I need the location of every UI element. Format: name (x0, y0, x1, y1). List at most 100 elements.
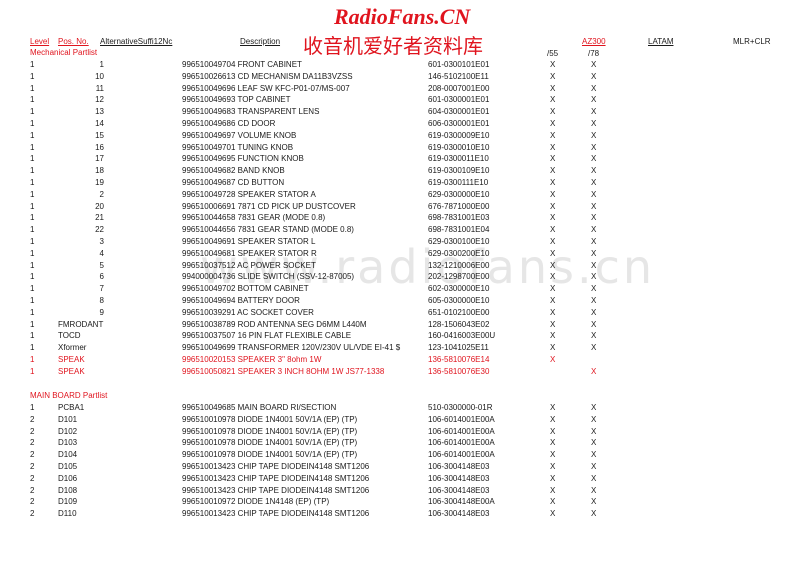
code-cell: 619-0300010E10 (428, 142, 490, 152)
description-cell: 996510044656 7831 GEAR STAND (MODE 0.8) (182, 225, 354, 235)
section-title-mechanical: Mechanical Partlist (30, 48, 98, 57)
az300-mark-cell: X (550, 307, 556, 317)
level-cell: 1 (30, 142, 35, 152)
code-cell: 106-6014001E00A (428, 438, 495, 448)
code-cell: 106-3004148E03 (428, 473, 490, 483)
header-sub-78: /78 (588, 49, 600, 58)
table-row: 2 D109 996510010972 DIODE 1N4148 (EP) (TP)… (0, 497, 800, 509)
pos-cell: 15 (95, 130, 104, 140)
level-cell: 2 (30, 426, 35, 436)
latam-mark-cell: X (591, 284, 597, 294)
header-pos-no: Pos. No. (58, 37, 89, 46)
code-cell: 601-0300001E01 (428, 95, 490, 105)
table-row: 1 1 996510049704 FRONT CABINET 601-0300101E… (0, 60, 800, 72)
latam-mark-cell: X (591, 462, 597, 471)
description-cell: 996510039291 AC SOCKET COVER (182, 307, 314, 317)
description-cell: 996510006691 7871 CD PICK UP DUSTCOVER (182, 201, 356, 211)
level-cell: 1 (30, 189, 35, 199)
az300-mark-cell: X (550, 284, 556, 294)
code-cell: 651-0102100E00 (428, 307, 490, 317)
table-row: 1 9 996510039291 AC SOCKET COVER 651-010210… (0, 308, 800, 320)
level-cell: 1 (30, 296, 35, 305)
az300-mark-cell: X (550, 119, 556, 128)
code-cell: 106-3004148E03 (428, 462, 490, 471)
level-cell: 1 (30, 260, 35, 270)
description-cell: 996510013423 CHIP TAPE DIODEIN4148 SMT12… (182, 462, 370, 471)
code-cell: 106-3004148E00A (428, 497, 495, 507)
az300-mark-cell: X (550, 497, 556, 507)
table-row: 2 D110 996510013423 CHIP TAPE DIODEIN4148 … (0, 509, 800, 521)
latam-mark-cell: X (591, 166, 597, 176)
az300-mark-cell: X (550, 189, 556, 199)
pos-cell: SPEAK (58, 355, 85, 364)
az300-mark-cell: X (550, 426, 556, 436)
watermark-chinese: 收音机爱好者资料库 (303, 34, 483, 58)
table-row: 1 22 996510044656 7831 GEAR STAND (MODE 0.… (0, 225, 800, 237)
table-row: 1 16 996510049701 TUNING KNOB 619-0300010E1… (0, 143, 800, 155)
header-sub-55: /55 (547, 49, 559, 58)
latam-mark-cell: X (591, 426, 597, 436)
code-cell: 128-1506043E02 (428, 319, 490, 329)
level-cell: 1 (30, 95, 35, 105)
description-cell: 996510010978 DIODE 1N4001 50V/1A (EP) (T… (182, 438, 358, 448)
table-row: 2 D102 996510010978 DIODE 1N4001 50V/1A (E… (0, 427, 800, 439)
description-cell: 996510010978 DIODE 1N4001 50V/1A (EP) (T… (182, 450, 358, 460)
az300-mark-cell: X (550, 296, 556, 305)
description-cell: 996510049702 BOTTOM CABINET (182, 284, 309, 294)
description-cell: 996510013423 CHIP TAPE DIODEIN4148 SMT12… (182, 485, 370, 495)
watermark-title: RadioFans.CN (334, 4, 471, 29)
az300-mark-cell: X (550, 450, 556, 460)
table-row: 1 10 996510026613 CD MECHANISM DA11B3VZSS 1… (0, 72, 800, 84)
description-cell: 996510049704 FRONT CABINET (182, 60, 302, 69)
level-cell: 2 (30, 509, 35, 519)
table-row: 2 D103 996510010978 DIODE 1N4001 50V/1A (E… (0, 438, 800, 450)
level-cell: 1 (30, 166, 35, 176)
description-cell: 996510049695 FUNCTION KNOB (182, 154, 304, 164)
level-cell: 2 (30, 497, 35, 507)
code-cell: 136-5810076E14 (428, 355, 490, 364)
latam-mark-cell: X (591, 319, 597, 329)
pos-cell: 17 (95, 154, 104, 164)
header-latam: LATAM (648, 37, 674, 46)
code-cell: 106-6014001E00A (428, 450, 495, 460)
level-cell: 1 (30, 319, 35, 329)
az300-mark-cell: X (550, 178, 556, 187)
table-row: 1 7 996510049702 BOTTOM CABINET 602-0300000… (0, 284, 800, 296)
latam-mark-cell: X (591, 497, 597, 507)
az300-mark-cell: X (550, 142, 556, 152)
code-cell: 106-6014001E00A (428, 426, 495, 436)
az300-mark-cell: X (550, 95, 556, 105)
pos-cell: 5 (99, 260, 104, 270)
table-row: 1 SPEAK 996510020153 SPEAKER 3" 8ohm 1W 136… (0, 355, 800, 367)
description-cell: 996510049697 VOLUME KNOB (182, 130, 297, 140)
table-row: 1 12 996510049693 TOP CABINET 601-0300001E0… (0, 95, 800, 107)
code-cell: 146-5102100E11 (428, 71, 489, 81)
code-cell: 123-1041025E11 (428, 343, 489, 353)
description-cell: 996510049701 TUNING KNOB (182, 142, 294, 152)
level-cell: 1 (30, 201, 35, 211)
level-cell: 1 (30, 307, 35, 317)
description-cell: 996510010978 DIODE 1N4001 50V/1A (EP) (T… (182, 414, 358, 424)
latam-mark-cell: X (591, 248, 597, 258)
table-row: 1 2 996510049728 SPEAKER STATOR A 629-03000… (0, 190, 800, 202)
az300-mark-cell: X (550, 213, 556, 223)
table-row: 1 21 996510044658 7831 GEAR (MODE 0.8) 698-… (0, 213, 800, 225)
code-cell: 136-5810076E30 (428, 366, 490, 376)
code-cell: 510-0300000-01R (428, 403, 493, 412)
description-cell: 996510010978 DIODE 1N4001 50V/1A (EP) (T… (182, 426, 358, 436)
level-cell: 1 (30, 225, 35, 235)
pos-cell: D106 (58, 473, 78, 483)
code-cell: 629-0300100E10 (428, 237, 490, 246)
code-cell: 606-0300001E01 (428, 119, 490, 128)
pos-cell: D105 (58, 462, 78, 471)
pos-cell: 20 (95, 201, 104, 211)
pos-cell: D101 (58, 414, 78, 424)
pos-cell: 22 (95, 225, 104, 235)
pos-cell: 2 (99, 189, 104, 199)
pos-cell: 8 (99, 296, 104, 305)
pos-cell: D102 (58, 426, 78, 436)
az300-mark-cell: X (550, 166, 556, 176)
code-cell: 106-3004148E03 (428, 485, 490, 495)
description-cell: 996510010972 DIODE 1N4148 (EP) (TP) (182, 497, 330, 507)
description-cell: 996510049681 SPEAKER STATOR R (182, 248, 317, 258)
